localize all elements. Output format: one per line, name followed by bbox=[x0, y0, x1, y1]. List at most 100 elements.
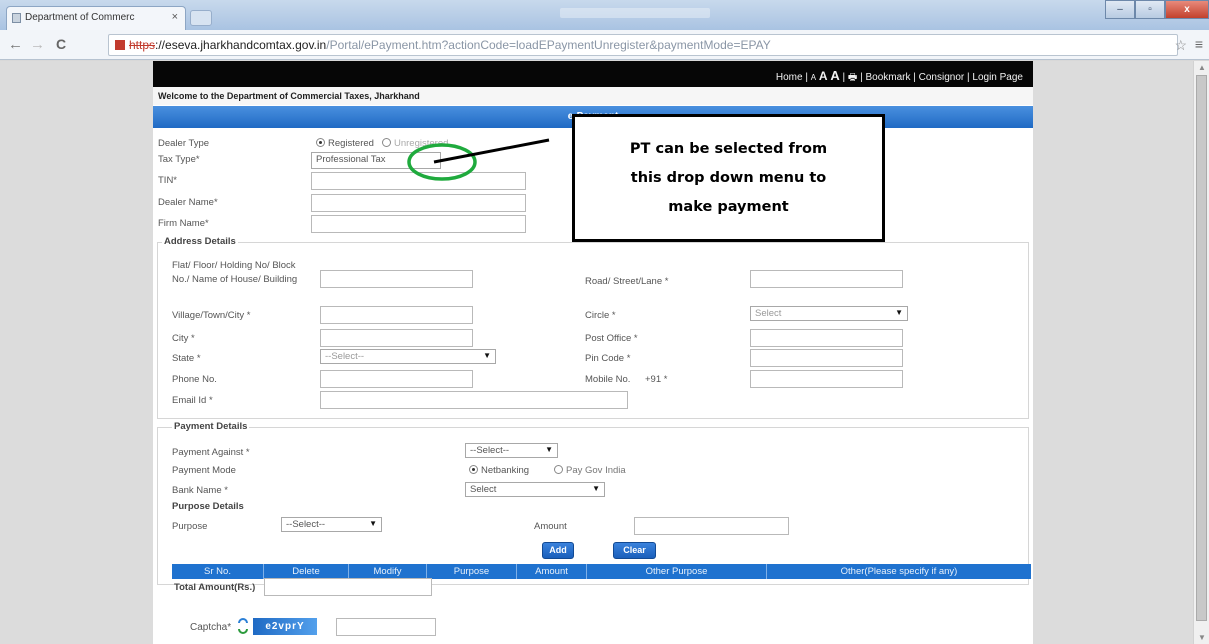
dealer-type-registered[interactable]: Registered bbox=[316, 138, 374, 149]
font-medium-link[interactable]: A bbox=[819, 69, 828, 83]
dropdown-arrow-icon: ▼ bbox=[545, 445, 553, 454]
captcha-input[interactable] bbox=[336, 618, 436, 636]
unregistered-radio-icon bbox=[382, 138, 391, 147]
flat-label-line1: Flat/ Floor/ Holding No/ Block bbox=[172, 260, 296, 271]
forward-arrow-icon[interactable]: → bbox=[30, 36, 45, 53]
registered-label: Registered bbox=[328, 138, 374, 149]
tab-close-icon[interactable]: × bbox=[172, 11, 178, 23]
welcome-text: Welcome to the Department of Commercial … bbox=[153, 87, 1033, 105]
site-top-bar: Home | A A A | 🖶 | Bookmark | Consignor … bbox=[153, 61, 1033, 87]
font-small-link[interactable]: A bbox=[811, 73, 816, 82]
paygov-option[interactable]: Pay Gov India bbox=[554, 465, 626, 476]
village-input[interactable] bbox=[320, 306, 473, 324]
refresh-captcha-icon[interactable] bbox=[237, 618, 249, 634]
payment-legend: Payment Details bbox=[172, 421, 250, 432]
broken-lock-icon bbox=[115, 40, 125, 50]
city-label: City * bbox=[172, 333, 195, 344]
bank-name-select[interactable]: Select ▼ bbox=[465, 482, 605, 497]
payment-mode-label: Payment Mode bbox=[172, 465, 236, 476]
dealer-name-input[interactable] bbox=[311, 194, 526, 212]
state-value: --Select-- bbox=[325, 351, 365, 362]
mobile-label: Mobile No. bbox=[585, 374, 631, 385]
back-arrow-icon[interactable]: ← bbox=[8, 36, 23, 53]
col-other-purpose: Other Purpose bbox=[587, 564, 767, 579]
separator: | bbox=[839, 72, 848, 83]
dropdown-arrow-icon: ▼ bbox=[483, 351, 491, 360]
maximize-button[interactable]: ▫ bbox=[1135, 0, 1165, 19]
firm-name-label: Firm Name* bbox=[158, 218, 209, 229]
col-delete: Delete bbox=[264, 564, 349, 579]
post-office-input[interactable] bbox=[750, 329, 903, 347]
browser-menu-icon[interactable]: ≡ bbox=[1195, 36, 1203, 52]
email-input[interactable] bbox=[320, 391, 628, 409]
tax-type-select[interactable]: Professional Tax bbox=[311, 152, 441, 169]
url-host: ://eseva.jharkhandcomtax.gov.in bbox=[155, 38, 327, 52]
page-favicon-icon bbox=[12, 13, 21, 23]
dropdown-arrow-icon: ▼ bbox=[369, 519, 377, 528]
purpose-select[interactable]: --Select-- ▼ bbox=[281, 517, 382, 532]
netbanking-option[interactable]: Netbanking bbox=[469, 465, 529, 476]
payment-against-select[interactable]: --Select-- ▼ bbox=[465, 443, 558, 458]
email-label: Email Id * bbox=[172, 395, 213, 406]
separator: | bbox=[802, 72, 811, 83]
minimize-button[interactable]: – bbox=[1105, 0, 1135, 19]
phone-label: Phone No. bbox=[172, 374, 217, 385]
address-bar[interactable]: https://eseva.jharkhandcomtax.gov.in/Por… bbox=[108, 34, 1178, 56]
scroll-thumb[interactable] bbox=[1196, 75, 1207, 621]
consignor-link[interactable]: Consignor bbox=[919, 72, 965, 83]
font-large-link[interactable]: A bbox=[830, 68, 839, 83]
vertical-scrollbar[interactable]: ▲ ▼ bbox=[1193, 61, 1209, 644]
scroll-down-icon[interactable]: ▼ bbox=[1198, 633, 1206, 642]
total-amount-label: Total Amount(Rs.) bbox=[174, 582, 256, 593]
post-office-label: Post Office * bbox=[585, 333, 638, 344]
amount-label: Amount bbox=[534, 521, 567, 532]
payment-fieldset bbox=[157, 427, 1029, 585]
dealer-type-unregistered[interactable]: Unregistered bbox=[382, 138, 448, 149]
tax-type-value: Professional Tax bbox=[316, 154, 386, 165]
close-window-button[interactable]: x bbox=[1165, 0, 1209, 19]
home-link[interactable]: Home bbox=[776, 72, 803, 83]
flat-input[interactable] bbox=[320, 270, 473, 288]
circle-value: Select bbox=[755, 308, 782, 319]
scroll-up-icon[interactable]: ▲ bbox=[1198, 63, 1206, 72]
bookmark-link[interactable]: Bookmark bbox=[865, 72, 910, 83]
state-select[interactable]: --Select-- ▼ bbox=[320, 349, 496, 364]
mobile-input[interactable] bbox=[750, 370, 903, 388]
firm-name-input[interactable] bbox=[311, 215, 526, 233]
bookmark-star-icon[interactable]: ☆ bbox=[1174, 37, 1187, 54]
new-tab-button[interactable] bbox=[190, 10, 212, 26]
tin-input[interactable] bbox=[311, 172, 526, 190]
paygov-label: Pay Gov India bbox=[566, 465, 626, 476]
bank-name-label: Bank Name * bbox=[172, 485, 228, 496]
separator: | bbox=[910, 72, 919, 83]
address-legend: Address Details bbox=[162, 236, 238, 247]
paygov-radio-icon bbox=[554, 465, 563, 474]
print-icon[interactable]: 🖶 bbox=[848, 72, 857, 83]
col-amount: Amount bbox=[517, 564, 587, 579]
clear-button[interactable]: Clear bbox=[613, 542, 656, 559]
captcha-image: e2vprY bbox=[253, 618, 317, 635]
village-label: Village/Town/City * bbox=[172, 310, 251, 321]
pin-code-input[interactable] bbox=[750, 349, 903, 367]
dealer-type-label: Dealer Type bbox=[158, 138, 210, 149]
dropdown-arrow-icon: ▼ bbox=[592, 484, 600, 493]
reload-icon[interactable]: C bbox=[56, 36, 66, 52]
dropdown-arrow-icon: ▼ bbox=[895, 308, 903, 317]
browser-toolbar: ← → C https://eseva.jharkhandcomtax.gov.… bbox=[0, 30, 1209, 60]
col-sr-no: Sr No. bbox=[172, 564, 264, 579]
road-input[interactable] bbox=[750, 270, 903, 288]
add-button[interactable]: Add bbox=[542, 542, 574, 559]
captcha-label: Captcha* bbox=[190, 622, 232, 633]
phone-input[interactable] bbox=[320, 370, 473, 388]
unregistered-label: Unregistered bbox=[394, 138, 449, 149]
city-input[interactable] bbox=[320, 329, 473, 347]
col-modify: Modify bbox=[349, 564, 427, 579]
circle-select[interactable]: Select ▼ bbox=[750, 306, 908, 321]
callout-line-2: this drop down menu to bbox=[630, 170, 827, 186]
login-page-link[interactable]: Login Page bbox=[972, 72, 1023, 83]
url-path: /Portal/ePayment.htm?actionCode=loadEPay… bbox=[326, 38, 771, 52]
purpose-table-header: Sr No. Delete Modify Purpose Amount Othe… bbox=[172, 564, 1031, 579]
browser-tab[interactable]: Department of Commerc × bbox=[6, 6, 186, 30]
amount-input[interactable] bbox=[634, 517, 789, 535]
window-title bbox=[560, 8, 710, 18]
